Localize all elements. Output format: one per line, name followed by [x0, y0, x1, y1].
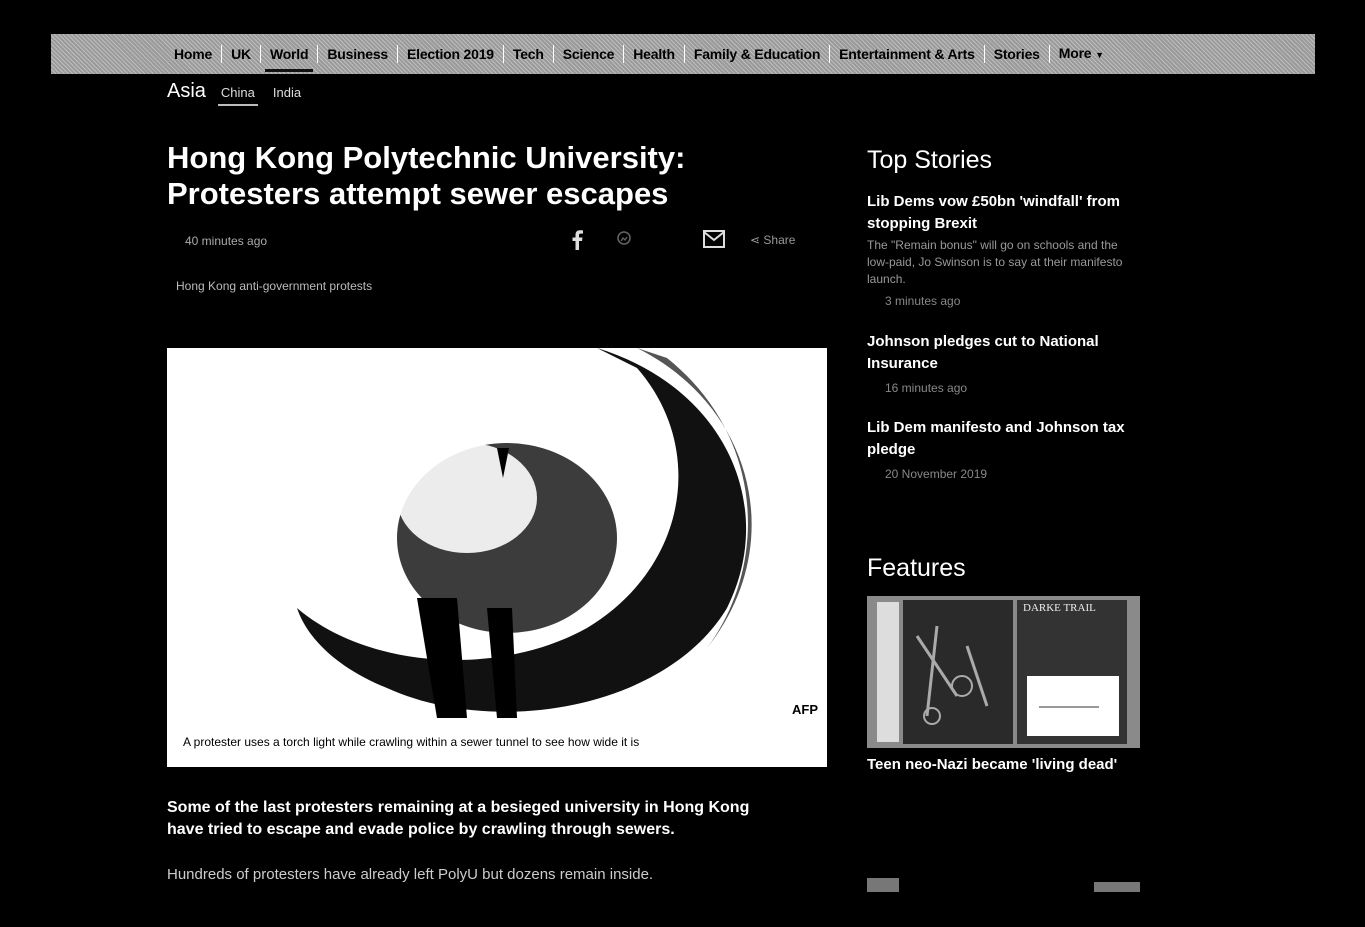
share-label: Share — [763, 233, 796, 247]
feature-photo — [867, 596, 1140, 748]
top-navigation: Home UK World Business Election 2019 Tec… — [51, 34, 1315, 74]
article-headline: Hong Kong Polytechnic University: Protes… — [167, 140, 686, 211]
nav-tech[interactable]: Tech — [504, 34, 553, 74]
top-story-summary: The "Remain bonus" will go on schools an… — [867, 238, 1123, 286]
nav-election-2019[interactable]: Election 2019 — [398, 34, 503, 74]
subnav-india[interactable]: India — [270, 85, 304, 104]
caret-down-icon: ▼ — [1095, 50, 1104, 60]
top-story-title[interactable]: Johnson pledges cut to National Insuranc… — [867, 331, 1137, 375]
article-lead: Some of the last protesters remaining at… — [167, 799, 750, 838]
nav-home[interactable]: Home — [165, 34, 221, 74]
section-title[interactable]: Asia — [167, 80, 206, 103]
facebook-share-icon[interactable] — [571, 230, 583, 250]
topic-tag-link[interactable]: Hong Kong anti-government protests — [176, 279, 372, 293]
article-timestamp: 40 minutes ago — [185, 234, 268, 248]
nav-business[interactable]: Business — [318, 34, 397, 74]
next-feature-thumbnail — [1094, 882, 1140, 892]
image-credit: AFP — [792, 702, 818, 717]
nav-more[interactable]: More ▼ — [1050, 33, 1113, 75]
top-story-time: 20 November 2019 — [885, 467, 988, 481]
nav-science[interactable]: Science — [554, 34, 624, 74]
nav-uk[interactable]: UK — [222, 34, 260, 74]
nav-family-education[interactable]: Family & Education — [685, 34, 829, 74]
nav-stories[interactable]: Stories — [985, 34, 1049, 74]
section-subnav: Asia China India — [167, 80, 316, 106]
feature-image[interactable]: DARKE TRAIL — [867, 596, 1140, 748]
nav-more-label: More — [1058, 45, 1092, 61]
image-caption: A protester uses a torch light while cra… — [183, 735, 640, 749]
share-button[interactable]: ⋖ Share — [750, 233, 795, 247]
feature-title[interactable]: Teen neo-Nazi became 'living dead' — [867, 754, 1137, 776]
nav-entertainment-arts[interactable]: Entertainment & Arts — [830, 34, 984, 74]
article-paragraph: Hundreds of protesters have already left… — [167, 866, 654, 883]
sewer-tunnel-photo — [167, 348, 827, 728]
feature-image-text: DARKE TRAIL — [1023, 602, 1096, 614]
top-story-title[interactable]: Lib Dems vow £50bn 'windfall' from stopp… — [867, 191, 1137, 235]
messenger-share-icon[interactable] — [616, 230, 632, 248]
next-feature-thumbnail — [867, 878, 899, 892]
share-icon: ⋖ — [750, 233, 761, 247]
article-image: AFP A protester uses a torch light while… — [167, 348, 827, 767]
nav-world[interactable]: World — [261, 34, 317, 74]
subnav-china[interactable]: China — [217, 85, 258, 106]
top-story-item: Johnson pledges cut to National Insuranc… — [867, 331, 1137, 395]
top-story-title[interactable]: Lib Dem manifesto and Johnson tax pledge — [867, 417, 1137, 461]
email-share-icon[interactable] — [703, 230, 725, 248]
top-story-time: 3 minutes ago — [885, 294, 961, 308]
features-heading: Features — [867, 554, 966, 582]
nav-health[interactable]: Health — [624, 34, 684, 74]
top-stories-heading: Top Stories — [867, 146, 993, 174]
top-story-time: 16 minutes ago — [885, 381, 968, 395]
top-story-item: Lib Dems vow £50bn 'windfall' from stopp… — [867, 191, 1137, 308]
top-story-item: Lib Dem manifesto and Johnson tax pledge… — [867, 417, 1137, 481]
